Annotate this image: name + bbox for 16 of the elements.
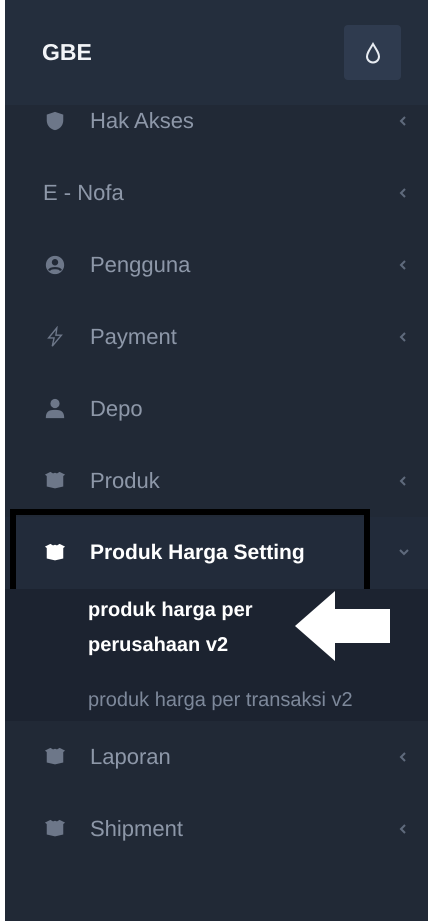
menu-item[interactable]: Pengguna [5, 229, 428, 301]
submenu-item[interactable]: produk harga per transaksi v2 [88, 683, 358, 718]
menu-item[interactable]: Laporan [5, 721, 428, 793]
user-circle-icon [43, 254, 67, 276]
menu-item[interactable]: Hak Akses [5, 105, 428, 157]
submenu-item[interactable]: produk harga per perusahaan v2 [88, 593, 283, 663]
menu-item[interactable]: Depo [5, 373, 428, 445]
drop-icon [364, 42, 380, 64]
menu-item[interactable]: Payment [5, 301, 428, 373]
menu-item[interactable]: Produk Harga Setting [5, 517, 428, 589]
person-icon [43, 398, 67, 420]
menu-item[interactable]: Produk [5, 445, 428, 517]
theme-toggle-button[interactable] [344, 25, 401, 80]
menu-item[interactable]: E - Nofa [5, 157, 428, 229]
brand-title: GBE [42, 39, 92, 66]
menu-item[interactable]: Shipment [5, 793, 428, 865]
